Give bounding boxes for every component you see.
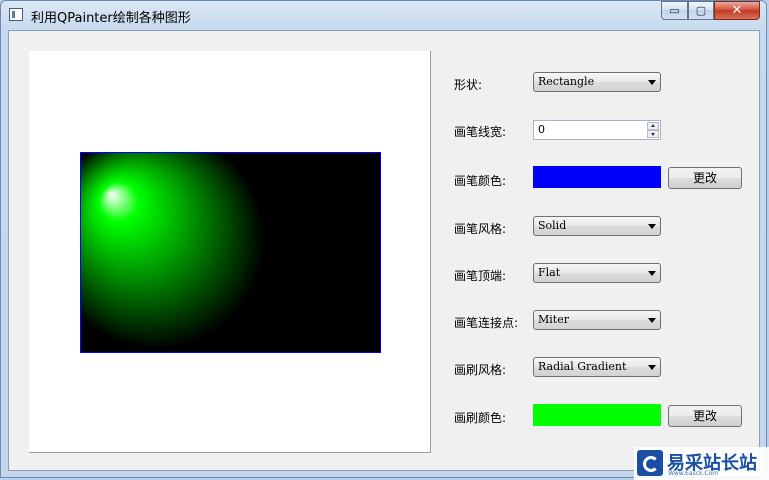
pen-cap-combo-value: Flat <box>538 266 561 279</box>
maximize-icon: ▢ <box>695 4 707 17</box>
maximize-button[interactable]: ▢ <box>688 1 714 20</box>
brush-color-change-button[interactable]: 更改 <box>668 405 742 427</box>
pen-join-combo[interactable]: Miter <box>533 310 661 330</box>
brush-color-swatch <box>533 404 661 426</box>
main-window: 利用QPainter绘制各种图形 ▭ ▢ ✕ 形状: Rectangle 画笔线… <box>0 0 767 478</box>
spin-down-icon[interactable] <box>647 130 659 138</box>
pen-width-value: 0 <box>538 123 545 136</box>
shape-combo[interactable]: Rectangle <box>533 72 661 92</box>
client-area: 形状: Rectangle 画笔线宽: 0 画笔颜色: 更改 画笔风格: Sol… <box>8 30 760 471</box>
minimize-icon: ▭ <box>669 4 680 17</box>
minimize-button[interactable]: ▭ <box>661 1 688 20</box>
brush-color-label: 画刷颜色: <box>454 411 507 425</box>
chevron-down-icon <box>648 80 656 85</box>
gradient-fill <box>81 153 380 352</box>
chevron-down-icon <box>648 318 656 323</box>
app-icon[interactable] <box>9 8 23 21</box>
pen-join-label: 画笔连接点: <box>454 316 519 330</box>
pen-style-combo[interactable]: Solid <box>533 216 661 236</box>
chevron-down-icon <box>648 365 656 370</box>
pen-color-swatch <box>533 166 661 188</box>
pen-style-combo-value: Solid <box>538 219 567 232</box>
shape-label: 形状: <box>454 78 483 92</box>
render-area <box>29 51 431 453</box>
watermark-logo-icon <box>637 450 663 476</box>
pen-cap-combo[interactable]: Flat <box>533 263 661 283</box>
brush-style-label: 画刷风格: <box>454 363 507 377</box>
spin-up-icon[interactable] <box>647 122 659 130</box>
chevron-down-icon <box>648 271 656 276</box>
brush-style-combo[interactable]: Radial Gradient <box>533 357 661 377</box>
watermark-subtext: Www.Easck.Com <box>668 470 719 477</box>
pen-join-combo-value: Miter <box>538 313 569 326</box>
gradient-svg <box>81 153 380 352</box>
pen-color-label: 画笔颜色: <box>454 174 507 188</box>
window-title: 利用QPainter绘制各种图形 <box>31 11 191 26</box>
drawn-rectangle <box>80 152 381 353</box>
pen-color-change-button[interactable]: 更改 <box>668 167 742 189</box>
pen-width-label: 画笔线宽: <box>454 125 507 139</box>
pen-style-label: 画笔风格: <box>454 222 507 236</box>
pen-width-spinbox[interactable]: 0 <box>533 120 661 140</box>
brush-style-combo-value: Radial Gradient <box>538 360 627 373</box>
pen-cap-label: 画笔顶端: <box>454 269 507 283</box>
close-icon: ✕ <box>731 3 743 18</box>
chevron-down-icon <box>648 224 656 229</box>
title-bar[interactable]: 利用QPainter绘制各种图形 ▭ ▢ ✕ <box>1 1 766 29</box>
shape-combo-value: Rectangle <box>538 75 595 88</box>
watermark: 易采站长站 Www.Easck.Com <box>634 447 769 480</box>
close-button[interactable]: ✕ <box>714 1 760 20</box>
